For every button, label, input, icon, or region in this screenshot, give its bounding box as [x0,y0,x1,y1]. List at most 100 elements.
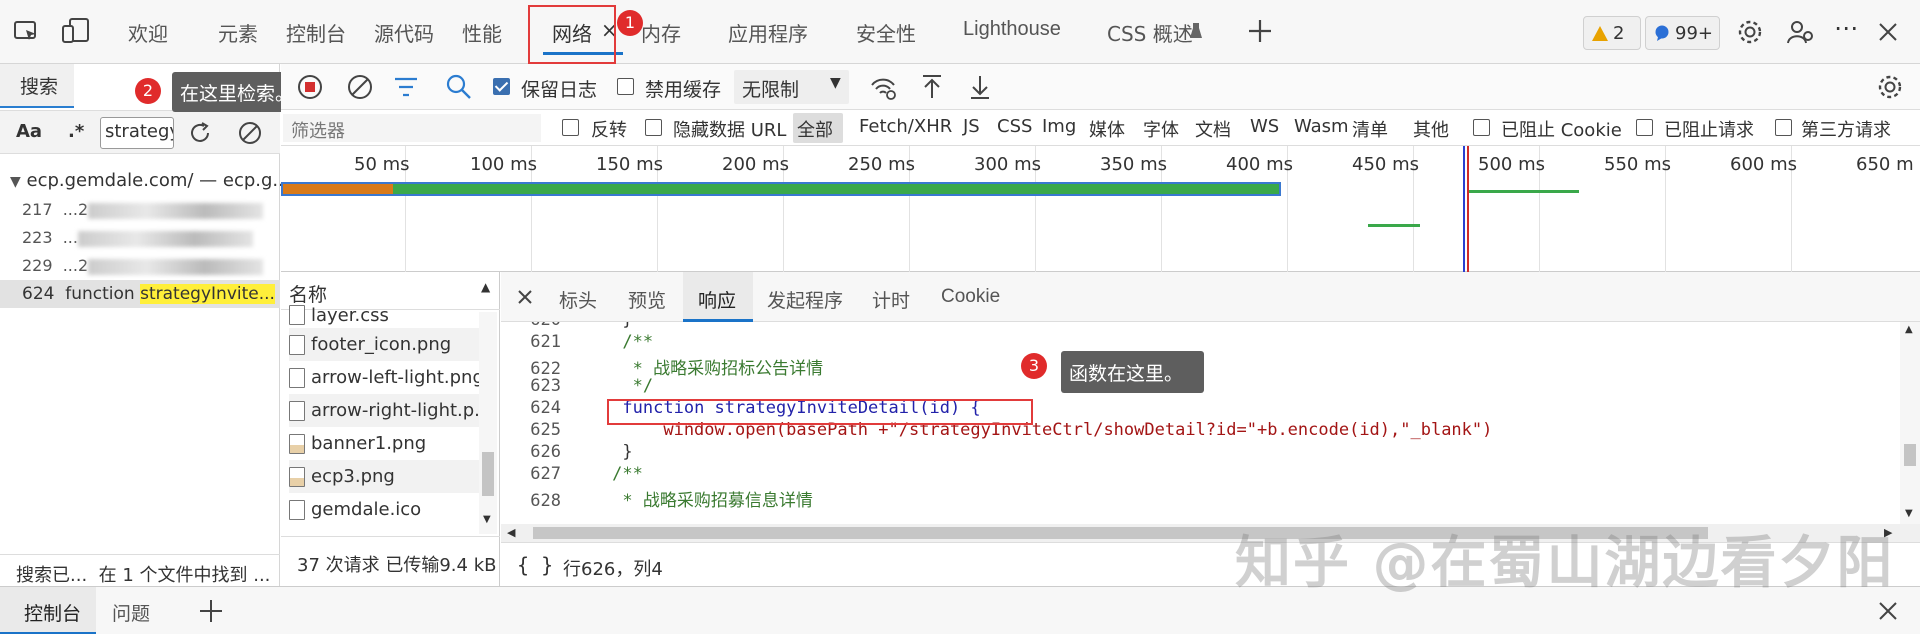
annotation-badge-2: 2 [135,78,161,104]
tab-headers[interactable]: 标头 [559,286,597,313]
annotation-tooltip-function: 函数在这里。 [1061,351,1204,393]
tab-application[interactable]: 应用程序 [728,18,808,47]
clear-search-icon[interactable] [238,121,262,145]
search-result-match[interactable]: 624 function strategyInvite... [22,284,275,304]
request-list-scrollbar[interactable]: ▼ [479,312,497,534]
type-filter-js[interactable]: JS [963,116,980,137]
tab-sources[interactable]: 源代码 [374,18,434,47]
feedback-profile-icon[interactable] [1787,19,1815,45]
sort-caret-icon[interactable]: ▲ [481,280,490,294]
request-row[interactable]: arrow-left-light.png [289,361,489,394]
warnings-counter[interactable]: 2 [1583,16,1641,50]
scrollbar-thumb[interactable] [1904,444,1916,466]
drawer-tab-console[interactable]: 控制台 [24,599,81,626]
tab-response[interactable]: 响应 [698,286,736,313]
request-row[interactable]: footer_icon.png [289,328,489,361]
code-vertical-scrollbar[interactable]: ▲ ▼ [1900,322,1920,524]
filter-icon[interactable] [393,76,419,98]
drawer-tab-issues[interactable]: 问题 [112,599,150,626]
warning-triangle-icon [1592,25,1608,41]
close-devtools-icon[interactable] [1878,22,1898,42]
type-filter-img[interactable]: Img [1042,116,1076,137]
network-settings-gear-icon[interactable] [1877,74,1903,100]
clear-log-icon[interactable] [347,74,373,100]
preserve-log-checkbox[interactable] [493,78,510,95]
more-options-icon[interactable]: ⋯ [1834,14,1859,42]
search-input[interactable]: strategy [100,117,174,149]
code-line: 621 /** [530,332,654,352]
close-detail-icon[interactable] [517,289,533,305]
blocked-requests-checkbox[interactable] [1636,119,1653,136]
close-drawer-icon[interactable] [1878,601,1898,621]
type-filter-fetch-xhr[interactable]: Fetch/XHR [859,116,952,137]
match-case-toggle[interactable]: Aa [16,121,42,142]
type-filter-ws[interactable]: WS [1250,116,1279,137]
messages-counter[interactable]: 99+ [1645,16,1720,50]
blocked-cookies-checkbox[interactable] [1473,119,1490,136]
request-row[interactable]: gemdale.ico [289,493,489,526]
hide-data-urls-checkbox[interactable] [645,119,662,136]
tab-elements[interactable]: 元素 [218,18,258,47]
throttling-select[interactable]: 无限制 ▼ [734,70,849,104]
timeline-tick: 50 ms [354,154,410,175]
tab-performance[interactable]: 性能 [462,18,502,47]
file-icon [289,367,305,388]
export-har-icon[interactable] [969,74,991,100]
type-filter-other[interactable]: 其他 [1413,116,1449,142]
blurred-text [88,202,264,219]
timeline-tick: 100 ms [470,154,537,175]
tab-preview[interactable]: 预览 [628,286,666,313]
regex-toggle[interactable]: .* [68,121,84,142]
type-filter-css[interactable]: CSS [997,116,1032,137]
scroll-down-arrow-icon[interactable]: ▼ [1905,508,1913,519]
add-drawer-tab-plus-icon[interactable] [199,599,223,623]
type-filter-wasm[interactable]: Wasm [1294,116,1349,137]
pretty-print-icon[interactable]: { } [517,553,553,577]
scroll-up-arrow-icon[interactable]: ▲ [1905,324,1913,335]
timeline-tick: 250 ms [848,154,915,175]
settings-gear-icon[interactable] [1737,19,1763,45]
more-tabs-plus-icon[interactable] [1247,18,1273,44]
tab-initiator[interactable]: 发起程序 [767,286,843,313]
device-emulation-icon[interactable] [62,18,90,44]
network-timeline-overview[interactable]: 50 ms 100 ms 150 ms 200 ms 250 ms 300 ms… [281,146,1920,272]
search-result-line[interactable]: 229 ...2 [22,256,264,275]
import-har-icon[interactable] [921,74,943,100]
inspect-element-icon[interactable] [14,20,40,44]
search-icon[interactable] [446,74,472,100]
tab-console[interactable]: 控制台 [286,18,346,47]
type-filter-doc[interactable]: 文档 [1195,116,1231,142]
scrollbar-thumb[interactable] [482,452,494,496]
request-row[interactable]: arrow-right-light.p... [289,394,489,427]
request-row[interactable]: banner1.png [289,427,489,460]
tab-memory[interactable]: 内存 [641,18,681,47]
filter-input[interactable]: 筛选器 [283,114,541,142]
type-filter-font[interactable]: 字体 [1143,116,1179,142]
search-result-line[interactable]: 217 ...2 [22,200,264,219]
filter-bar: 筛选器 反转 隐藏数据 URL 全部 Fetch/XHR JS CSS Img … [281,110,1920,146]
scroll-down-arrow-icon[interactable]: ▼ [483,514,491,525]
tab-welcome[interactable]: 欢迎 [128,18,168,47]
request-row[interactable]: layer.css [289,304,489,326]
network-conditions-icon[interactable] [869,76,897,100]
tab-css-overview[interactable]: CSS 概述 [1107,18,1193,47]
tab-timing[interactable]: 计时 [872,286,910,313]
tab-security[interactable]: 安全性 [856,18,916,47]
refresh-search-icon[interactable] [188,121,212,145]
tab-cookies[interactable]: Cookie [941,286,1000,308]
code-line: 628 * 战略采购招募信息详情 [530,491,813,511]
type-filter-manifest[interactable]: 清单 [1352,116,1388,142]
third-party-checkbox[interactable] [1775,119,1792,136]
type-filter-all[interactable]: 全部 [793,113,843,143]
search-result-line[interactable]: 223 ... [22,228,253,247]
tab-lighthouse[interactable]: Lighthouse [963,18,1061,41]
request-row[interactable]: ecp3.png [289,460,489,493]
disable-cache-checkbox[interactable] [617,78,634,95]
search-result-file[interactable]: ▼ ecp.gemdale.com/ — ecp.g... [10,170,290,191]
record-stop-icon[interactable] [297,74,323,100]
invert-checkbox[interactable] [562,119,579,136]
search-tab[interactable]: 搜索 [0,64,74,108]
type-filter-media[interactable]: 媒体 [1089,116,1125,142]
scroll-left-arrow-icon[interactable]: ◀ [507,526,515,539]
blurred-text [88,258,264,275]
